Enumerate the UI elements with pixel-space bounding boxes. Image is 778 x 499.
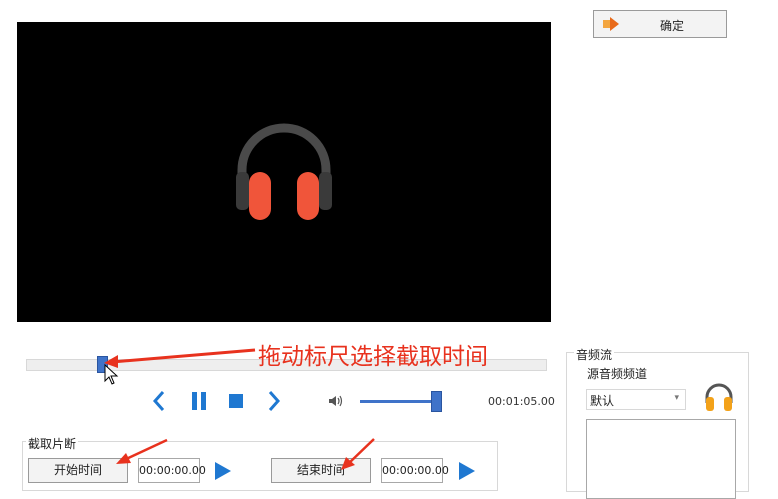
volume-icon[interactable] [328, 394, 344, 408]
arrow-right-icon [603, 17, 619, 31]
ok-label: 确定 [660, 19, 685, 33]
audio-channel-select[interactable]: 默认 ▾ [586, 389, 686, 410]
total-time: 00:01:05.00 [488, 395, 555, 408]
source-channel-label: 源音频频道 [587, 367, 648, 381]
stop-icon[interactable] [229, 394, 243, 408]
ok-button[interactable]: 确定 [593, 10, 727, 38]
headphones-icon [236, 123, 332, 220]
pause-icon[interactable] [191, 390, 207, 412]
selected-channel: 默认 [590, 394, 615, 408]
audio-stream-list[interactable] [586, 419, 736, 499]
previous-icon[interactable] [152, 390, 166, 412]
chevron-down-icon: ▾ [674, 393, 679, 403]
start-annotation-arrow [116, 438, 168, 464]
clip-group-label: 截取片断 [26, 435, 79, 452]
annotation-text: 拖动标尺选择截取时间 [258, 344, 488, 370]
play-from-start-icon[interactable] [214, 461, 232, 481]
end-annotation-arrow [341, 438, 375, 470]
headphones-small-icon [705, 383, 733, 411]
annotation-arrow [104, 348, 256, 368]
volume-handle[interactable] [431, 391, 443, 412]
next-icon[interactable] [267, 390, 281, 412]
video-preview [17, 22, 551, 322]
end-time-field[interactable]: 00:00:00.00 [381, 458, 449, 483]
audio-stream-label: 音频流 [574, 346, 615, 363]
play-to-end-icon[interactable] [458, 461, 476, 481]
volume-track[interactable] [360, 400, 438, 403]
